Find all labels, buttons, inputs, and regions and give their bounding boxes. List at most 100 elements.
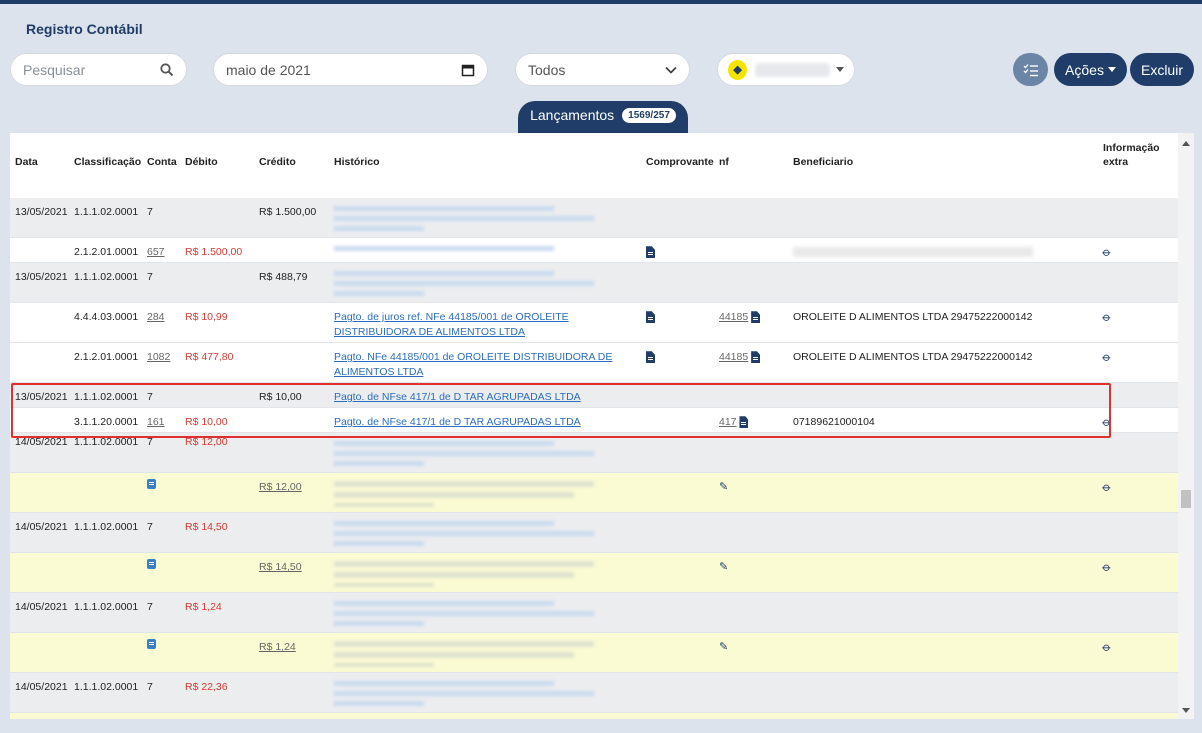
month-picker[interactable]: maio de 2021 <box>213 53 488 86</box>
nf-number[interactable]: 417 <box>719 416 737 428</box>
table-row[interactable]: 3.1.1.20.0001 161 R$ 10,00 Pagto. de NFs… <box>10 408 1178 433</box>
table-row[interactable]: R$ 1,24 ✎ ⌀ <box>10 633 1178 673</box>
redacted-historico <box>334 202 614 232</box>
nf-number[interactable]: 44185 <box>719 311 748 323</box>
col-historico[interactable]: Histórico <box>334 156 380 168</box>
calculator-icon[interactable] <box>147 559 156 574</box>
table-row[interactable]: 13/05/2021 1.1.1.02.0001 7 R$ 1.500,00 <box>10 198 1178 238</box>
historico-link[interactable]: Pagto. de NFse 417/1 de D TAR AGRUPADAS … <box>334 415 616 430</box>
scroll-up-arrow[interactable] <box>1182 141 1190 146</box>
cell-credito-link[interactable]: R$ 14,50 <box>259 560 302 575</box>
cell-conta-link[interactable]: 1082 <box>147 350 170 365</box>
table-row[interactable]: R$ 14,50 ✎ ⌀ <box>10 553 1178 593</box>
nf-number[interactable]: 44185 <box>719 351 748 363</box>
cell-conta-link[interactable]: 284 <box>147 310 165 325</box>
cell-credito-link[interactable]: R$ 1,24 <box>259 640 296 655</box>
count-badge: 1569/257 <box>622 107 676 123</box>
cell-classificacao: 1.1.1.02.0001 <box>74 436 139 448</box>
historico-link[interactable]: Pagto. NFe 44185/001 de OROLEITE DISTRIB… <box>334 350 616 380</box>
nf-link[interactable]: 44185 <box>719 350 761 365</box>
table-row[interactable]: R$ 12,00 ✎ ⌀ <box>10 473 1178 513</box>
top-accent-bar <box>0 0 1202 4</box>
cell-beneficiario: OROLEITE D ALIMENTOS LTDA 29475222000142 <box>793 311 1033 323</box>
redacted-historico <box>334 242 614 256</box>
col-nf[interactable]: nf <box>719 156 729 168</box>
document-icon[interactable] <box>646 245 655 260</box>
entries-table: 5/05/2021 R$ 1.000,00 Data Classificação… <box>10 133 1194 719</box>
cell-data: 14/05/2021 <box>15 681 68 693</box>
paperclip-icon[interactable]: ⌀ <box>1099 245 1114 261</box>
actions-button[interactable]: Ações <box>1054 53 1127 86</box>
table-row[interactable]: 14/05/2021 1.1.1.02.0001 7 R$ 12,00 <box>10 433 1178 473</box>
paperclip-icon[interactable]: ⌀ <box>1099 640 1114 656</box>
redacted-historico <box>334 557 614 587</box>
vertical-scrollbar[interactable] <box>1178 133 1194 719</box>
col-debito[interactable]: Débito <box>185 156 218 168</box>
cell-conta: 7 <box>147 681 153 693</box>
redacted-historico <box>334 637 614 667</box>
bank-logo: ◆ <box>728 59 748 80</box>
col-informacao-extra[interactable]: Informação extra <box>1103 141 1160 169</box>
paperclip-icon[interactable]: ⌀ <box>1099 560 1114 576</box>
calculator-icon[interactable] <box>147 479 156 494</box>
bank-account-select[interactable]: ◆ <box>717 53 855 86</box>
table-row[interactable]: 14/05/2021 1.1.1.02.0001 7 R$ 1,24 <box>10 593 1178 633</box>
checklist-button[interactable] <box>1013 53 1048 86</box>
document-icon[interactable] <box>646 310 655 325</box>
table-row[interactable]: 13/05/2021 1.1.1.02.0001 7 R$ 10,00 Pagt… <box>10 383 1178 408</box>
cell-classificacao: 1.1.1.02.0001 <box>74 521 139 533</box>
pencil-icon[interactable]: ✎ <box>719 640 728 655</box>
scroll-thumb[interactable] <box>1181 490 1191 508</box>
pencil-icon[interactable]: ✎ <box>719 480 728 495</box>
historico-link[interactable]: Pagto. de juros ref. NFe 44185/001 de OR… <box>334 310 616 340</box>
paperclip-icon[interactable]: ⌀ <box>1099 480 1114 496</box>
table-row[interactable]: 2.1.2.01.0001 1082 R$ 477,80 Pagto. NFe … <box>10 343 1178 383</box>
cell-conta: 7 <box>147 271 153 283</box>
table-row[interactable]: 13/05/2021 1.1.1.02.0001 7 R$ 488,79 <box>10 263 1178 303</box>
cell-conta: 7 <box>147 521 153 533</box>
checklist-icon <box>1023 63 1038 76</box>
cell-conta-link[interactable]: 657 <box>147 245 165 260</box>
col-conta[interactable]: Conta <box>147 156 177 168</box>
col-beneficiario[interactable]: Beneficiario <box>793 156 853 168</box>
scroll-down-arrow[interactable] <box>1182 708 1190 713</box>
col-data[interactable]: Data <box>15 156 38 168</box>
document-icon[interactable] <box>751 351 761 364</box>
paperclip-icon[interactable]: ⌀ <box>1099 415 1114 431</box>
redacted-historico <box>334 267 614 297</box>
col-classificacao[interactable]: Classificação <box>74 156 141 168</box>
cell-debito: R$ 1.500,00 <box>185 246 243 258</box>
table-row[interactable]: 4.4.4.03.0001 284 R$ 10,99 Pagto. de jur… <box>10 303 1178 343</box>
col-credito[interactable]: Crédito <box>259 156 296 168</box>
filter-value: Todos <box>528 61 566 78</box>
cell-beneficiario: OROLEITE D ALIMENTOS LTDA 29475222000142 <box>793 351 1033 363</box>
cell-conta-link[interactable]: 161 <box>147 415 165 430</box>
tab-lancamentos[interactable]: Lançamentos 1569/257 <box>518 101 688 135</box>
table-row[interactable]: 14/05/2021 1.1.1.02.0001 7 R$ 14,50 <box>10 513 1178 553</box>
search-icon[interactable] <box>160 62 174 77</box>
document-icon[interactable] <box>646 350 655 365</box>
calendar-icon[interactable] <box>461 63 475 77</box>
delete-button[interactable]: Excluir <box>1130 53 1194 86</box>
cell-credito: R$ 488,79 <box>259 271 308 283</box>
pencil-icon[interactable]: ✎ <box>719 560 728 575</box>
cell-credito-link[interactable]: R$ 12,00 <box>259 480 302 495</box>
filter-select[interactable]: Todos <box>515 53 690 86</box>
cell-debito: R$ 10,00 <box>185 416 228 428</box>
table-row[interactable]: 2.1.2.01.0001 657 R$ 1.500,00 ⌀ <box>10 238 1178 263</box>
table-row[interactable]: 14/05/2021 1.1.1.02.0001 7 R$ 22,36 <box>10 673 1178 713</box>
nf-link[interactable]: 417 <box>719 415 749 430</box>
table-row[interactable] <box>10 713 1178 719</box>
document-icon[interactable] <box>751 311 761 324</box>
col-comprovante[interactable]: Comprovante <box>646 156 714 168</box>
calculator-icon[interactable] <box>147 639 156 654</box>
historico-link[interactable]: Pagto. de NFse 417/1 de D TAR AGRUPADAS … <box>334 390 616 405</box>
document-icon[interactable] <box>739 416 749 429</box>
paperclip-icon[interactable]: ⌀ <box>1099 350 1114 366</box>
search-field[interactable] <box>10 53 187 86</box>
cell-data: 14/05/2021 <box>15 521 68 533</box>
paperclip-icon[interactable]: ⌀ <box>1099 310 1114 326</box>
search-input[interactable] <box>23 61 153 78</box>
nf-link[interactable]: 44185 <box>719 310 761 325</box>
redacted-historico <box>334 517 614 547</box>
